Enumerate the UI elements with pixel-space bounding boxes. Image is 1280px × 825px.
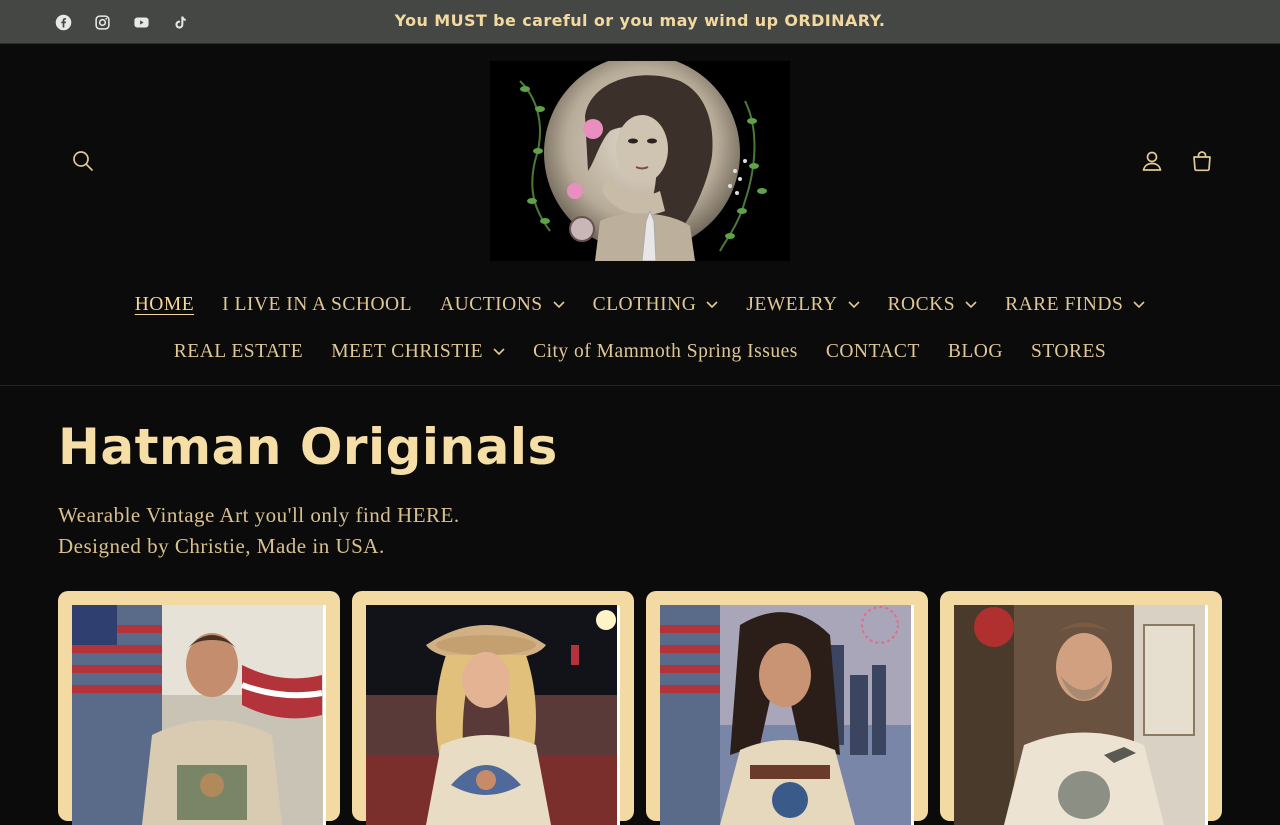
chevron-down-icon	[847, 301, 860, 309]
cart-button[interactable]	[1183, 142, 1221, 180]
nav-label: City of Mammoth Spring Issues	[533, 341, 798, 362]
chevron-down-icon	[553, 301, 565, 309]
nav-item-rare-finds[interactable]: RARE FINDS	[991, 290, 1159, 320]
nav-item-meet-christie[interactable]: MEET CHRISTIE	[317, 337, 519, 367]
nav-label: REAL ESTATE	[173, 341, 304, 362]
nav-item-real-estate[interactable]: REAL ESTATE	[160, 337, 317, 367]
nav-item-clothing[interactable]: CLOTHING	[579, 290, 733, 320]
nav-label: ROCKS	[887, 294, 956, 315]
nav-item-stores[interactable]: STORES	[1017, 337, 1120, 367]
nav-item-city-issues[interactable]: City of Mammoth Spring Issues	[519, 337, 812, 367]
main-nav-row-1: HOME I LIVE IN A SCHOOL AUCTIONS CLOTHIN…	[0, 290, 1280, 320]
collection-title: Hatman Originals	[58, 418, 558, 476]
search-icon	[73, 151, 93, 171]
product-card[interactable]	[646, 591, 928, 825]
announcement-text: You MUST be careful or you may wind up O…	[394, 11, 886, 30]
chevron-down-icon	[965, 301, 977, 309]
collection-subtitle: Designed by Christie, Made in USA.	[58, 534, 385, 558]
nav-label: JEWELRY	[746, 294, 838, 315]
chevron-down-icon	[1133, 301, 1145, 309]
nav-item-auctions[interactable]: AUCTIONS	[426, 290, 579, 320]
nav-label: AUCTIONS	[440, 294, 543, 315]
product-image[interactable]	[366, 605, 620, 825]
nav-label: I LIVE IN A SCHOOL	[222, 294, 413, 315]
nav-label: MEET CHRISTIE	[331, 341, 484, 362]
announcement-bar: You MUST be careful or you may wind up O…	[0, 0, 1280, 44]
site-logo[interactable]	[490, 61, 790, 261]
main-nav-row-2: REAL ESTATE MEET CHRISTIE City of Mammot…	[0, 337, 1280, 367]
chevron-down-icon	[706, 301, 718, 309]
product-image[interactable]	[954, 605, 1208, 825]
nav-item-blog[interactable]: BLOG	[934, 337, 1017, 367]
product-image[interactable]	[72, 605, 326, 825]
chevron-down-icon	[493, 348, 505, 356]
nav-item-jewelry[interactable]: JEWELRY	[732, 290, 873, 320]
account-icon	[1142, 151, 1162, 171]
nav-item-rocks[interactable]: ROCKS	[874, 290, 992, 320]
nav-label: RARE FINDS	[1005, 294, 1124, 315]
cart-icon	[1193, 151, 1211, 172]
collection-subtitle: Wearable Vintage Art you'll only find HE…	[58, 503, 460, 527]
nav-item-contact[interactable]: CONTACT	[812, 337, 934, 367]
nav-label: CONTACT	[825, 341, 920, 362]
account-button[interactable]	[1133, 142, 1171, 180]
product-card[interactable]	[352, 591, 634, 825]
product-image[interactable]	[660, 605, 914, 825]
nav-item-home[interactable]: HOME	[121, 290, 208, 320]
search-button[interactable]	[64, 142, 102, 180]
nav-label: BLOG	[947, 341, 1003, 362]
nav-label: STORES	[1030, 341, 1107, 362]
nav-item-i-live-in-a-school[interactable]: I LIVE IN A SCHOOL	[208, 290, 426, 320]
nav-label: HOME	[134, 294, 195, 315]
nav-label: CLOTHING	[592, 294, 697, 315]
product-grid	[58, 591, 1222, 825]
site-header: HOME I LIVE IN A SCHOOL AUCTIONS CLOTHIN…	[0, 44, 1280, 386]
product-card[interactable]	[58, 591, 340, 825]
product-card[interactable]	[940, 591, 1222, 825]
